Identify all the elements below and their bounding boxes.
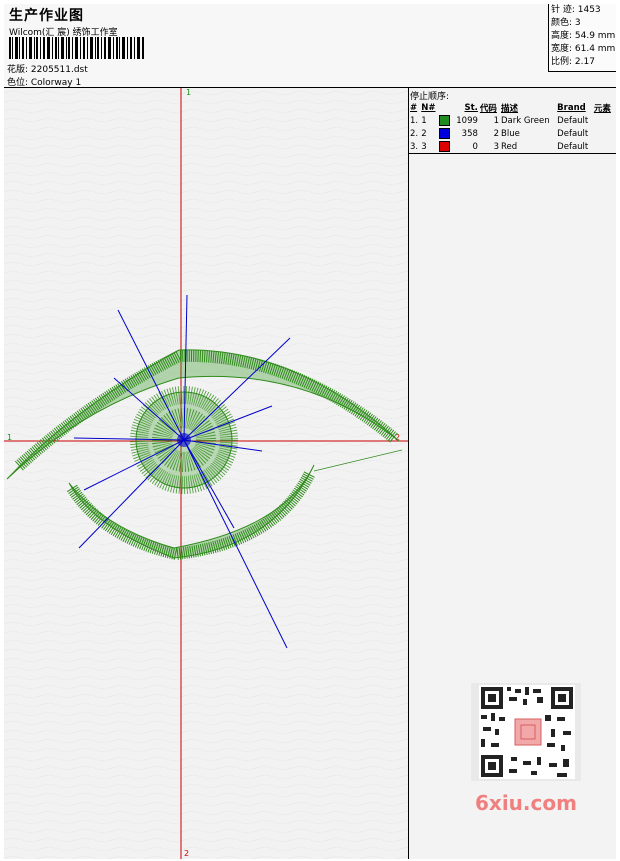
stats-box: 针 迹: 1453 颜色: 3 高度: 54.9 mm 宽度: 61.4 mm … — [548, 4, 616, 72]
col-number: # — [410, 103, 418, 113]
color-sequence-table: # N# St. 代码 描述 Brand 元素 1. 1 1099 1 Dark… — [409, 102, 614, 153]
row-number: 1. — [410, 115, 419, 126]
page-title: 生产作业图 — [9, 8, 84, 24]
colorway-label: 色位: Colorway 1 — [7, 78, 82, 88]
color-count: 颜色: 3 — [551, 18, 581, 28]
row-element — [593, 127, 614, 140]
design-width: 宽度: 61.4 mm — [551, 44, 616, 54]
table-row[interactable]: 3. 3 0 3 Red Default — [409, 140, 614, 153]
row-number: 2. — [410, 128, 419, 139]
row-needle: 3 — [421, 141, 427, 152]
col-swatch — [438, 102, 452, 114]
axis-left-label: 1 — [7, 433, 12, 442]
row-description: Dark Green — [501, 115, 550, 126]
panel-divider — [409, 153, 616, 154]
design-preview: 1 2 1 2 — [4, 88, 408, 859]
row-needle: 1 — [421, 115, 427, 126]
row-brand: Default — [557, 128, 589, 139]
table-header-row: # N# St. 代码 描述 Brand 元素 — [409, 102, 614, 114]
row-needle: 2 — [421, 128, 427, 139]
row-stitches: 1099 — [456, 115, 478, 126]
row-number: 3. — [410, 141, 419, 152]
qr-code — [471, 683, 581, 781]
row-stitches: 358 — [461, 128, 478, 139]
design-canvas[interactable]: 1 2 1 2 — [4, 88, 409, 859]
row-swatch — [438, 127, 452, 140]
stitch-count: 针 迹: 1453 — [551, 5, 601, 15]
row-stitches: 0 — [472, 141, 478, 152]
scale-ratio: 比例: 2.17 — [551, 57, 595, 67]
color-swatch — [439, 115, 451, 126]
axis-top-label: 1 — [186, 88, 191, 97]
panel-heading: 停止顺序: — [410, 92, 450, 102]
pupil — [177, 433, 191, 447]
row-element — [593, 140, 614, 153]
row-element — [593, 114, 614, 127]
row-code: 1 — [493, 115, 499, 126]
row-brand: Default — [557, 141, 589, 152]
qr-graphic — [479, 685, 575, 779]
color-swatch — [439, 141, 451, 152]
design-height: 高度: 54.9 mm — [551, 31, 616, 41]
row-description: Red — [501, 141, 518, 152]
col-element: 元素 — [593, 104, 611, 114]
row-swatch — [438, 114, 452, 127]
col-description: 描述 — [501, 104, 519, 114]
col-code: 代码 — [479, 104, 497, 114]
col-needle: N# — [421, 103, 436, 113]
row-description: Blue — [501, 128, 520, 139]
row-brand: Default — [557, 115, 589, 126]
color-swatch — [439, 128, 451, 139]
design-file-label: 花版: 2205511.dst — [7, 65, 88, 75]
table-row[interactable]: 1. 1 1099 1 Dark Green Default — [409, 114, 614, 127]
table-row[interactable]: 2. 2 358 2 Blue Default — [409, 127, 614, 140]
axis-bottom-label: 2 — [184, 849, 189, 858]
watermark-text: 6xiu.com — [475, 791, 577, 815]
barcode — [9, 37, 144, 59]
col-stitches: St. — [464, 103, 478, 113]
row-code: 3 — [493, 141, 499, 152]
header: 生产作业图 Wilcom(汇 宸) 绣饰工作室 花版: 2205511.dst … — [4, 4, 616, 88]
row-code: 2 — [493, 128, 499, 139]
col-brand: Brand — [557, 103, 586, 113]
row-swatch — [438, 140, 452, 153]
